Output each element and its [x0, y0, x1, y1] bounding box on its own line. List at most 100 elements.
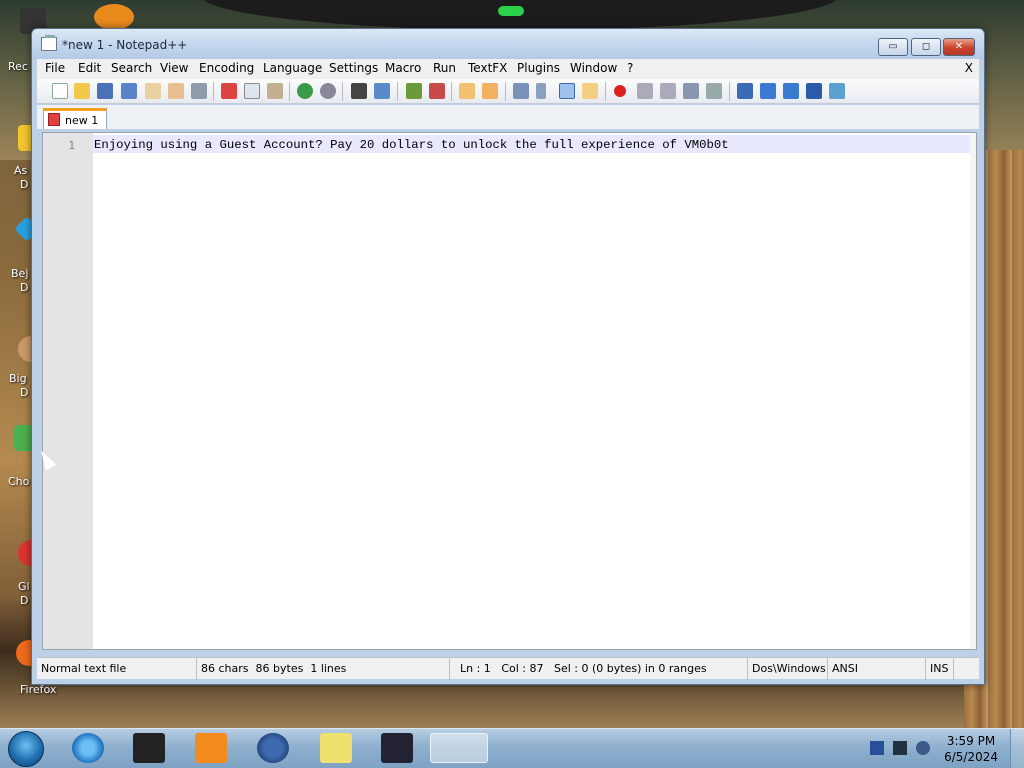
- menu-settings[interactable]: Settings: [329, 61, 378, 75]
- desktop-icon-label[interactable]: Big: [9, 372, 27, 385]
- toolbar-separator: [289, 82, 290, 101]
- toolbar-separator: [397, 82, 398, 101]
- status-lines: 1 lines: [310, 662, 347, 675]
- desktop-icon-label[interactable]: As: [14, 164, 27, 177]
- print-icon[interactable]: [191, 83, 207, 99]
- desktop-icon-label[interactable]: D: [20, 281, 28, 294]
- volume-icon[interactable]: [916, 741, 930, 755]
- video-taskbar-icon[interactable]: [381, 733, 413, 763]
- show-desktop-button[interactable]: [1010, 729, 1024, 768]
- toolbar: [37, 79, 979, 104]
- toolbar-separator: [451, 82, 452, 101]
- record-macro-icon[interactable]: [614, 85, 626, 97]
- line-number: 1: [68, 139, 75, 152]
- title-bar[interactable]: *new 1 - Notepad++ ▭ ◻ ✕: [32, 29, 984, 59]
- menu-run[interactable]: Run: [433, 61, 456, 75]
- replace-icon[interactable]: [374, 83, 390, 99]
- menu-macro[interactable]: Macro: [385, 61, 421, 75]
- vertical-scrollbar[interactable]: [970, 133, 976, 649]
- sticky-notes-taskbar-icon[interactable]: [320, 733, 352, 763]
- save-all-icon[interactable]: [121, 83, 137, 99]
- desktop-icon-label[interactable]: Gl: [18, 580, 30, 593]
- run-macro-multiple-icon[interactable]: [683, 83, 699, 99]
- menu-encoding[interactable]: Encoding: [199, 61, 254, 75]
- minimize-icon: ▭: [888, 41, 898, 52]
- minimize-button[interactable]: ▭: [878, 38, 908, 56]
- paste-icon[interactable]: [267, 83, 283, 99]
- sort-icon[interactable]: [806, 83, 822, 99]
- status-encoding: ANSI: [828, 658, 926, 680]
- close-button[interactable]: ✕: [943, 38, 975, 56]
- undo-icon[interactable]: [297, 83, 313, 99]
- text-editor[interactable]: 1 Enjoying using a Guest Account? Pay 20…: [42, 132, 977, 650]
- stop-macro-icon[interactable]: [637, 83, 653, 99]
- sync-h-icon[interactable]: [482, 83, 498, 99]
- indent-guide-icon[interactable]: [559, 83, 575, 99]
- media-player-taskbar-icon[interactable]: [195, 733, 227, 763]
- show-all-chars-icon[interactable]: [536, 83, 546, 99]
- start-button[interactable]: [8, 731, 44, 767]
- status-chars: 86 chars: [201, 662, 249, 675]
- open-file-icon[interactable]: [74, 83, 90, 99]
- desktop-icon-label[interactable]: Cho: [8, 475, 29, 488]
- zoom-in-icon[interactable]: [406, 83, 422, 99]
- notepad-icon: [41, 35, 57, 51]
- collapse-icon[interactable]: [737, 83, 753, 99]
- tab-label: new 1: [65, 114, 99, 127]
- tab-new-1[interactable]: new 1: [43, 108, 107, 129]
- desktop-icon-label[interactable]: Bej: [11, 267, 28, 280]
- desktop-icon-label[interactable]: D: [20, 386, 28, 399]
- clock-time: 3:59 PM: [946, 734, 996, 748]
- word-wrap-icon[interactable]: [513, 83, 529, 99]
- window-title: *new 1 - Notepad++: [62, 38, 188, 52]
- shield-icon[interactable]: [870, 741, 884, 755]
- status-bytes: 86 bytes: [255, 662, 304, 675]
- notepadpp-taskbar-button[interactable]: [430, 733, 488, 763]
- fish-icon[interactable]: [94, 4, 134, 30]
- network-icon[interactable]: [893, 741, 907, 755]
- find-icon[interactable]: [351, 83, 367, 99]
- editor-line-text[interactable]: Enjoying using a Guest Account? Pay 20 d…: [94, 138, 729, 152]
- copy-icon[interactable]: [244, 83, 260, 99]
- desktop-icon-label[interactable]: Rec: [8, 60, 28, 73]
- redo-icon[interactable]: [320, 83, 336, 99]
- desktop-light: [498, 6, 524, 16]
- ie-taskbar-icon[interactable]: [72, 733, 104, 763]
- down-icon[interactable]: [783, 83, 799, 99]
- status-bar: Normal text file 86 chars 86 bytes 1 lin…: [37, 657, 979, 680]
- globe-taskbar-icon[interactable]: [257, 733, 289, 763]
- menu-language[interactable]: Language: [263, 61, 322, 75]
- unsaved-file-icon: [48, 113, 60, 126]
- toolbar-separator: [605, 82, 606, 101]
- new-file-icon[interactable]: [52, 83, 68, 99]
- menu-help[interactable]: ?: [627, 61, 633, 75]
- doc-map-icon[interactable]: [582, 83, 598, 99]
- status-ln: Ln : 1: [460, 662, 491, 675]
- menu-edit[interactable]: Edit: [78, 61, 101, 75]
- close-icon[interactable]: [145, 83, 161, 99]
- sync-v-icon[interactable]: [459, 83, 475, 99]
- close-all-icon[interactable]: [168, 83, 184, 99]
- close-document-button[interactable]: X: [965, 61, 973, 75]
- menu-view[interactable]: View: [160, 61, 188, 75]
- zoom-out-icon[interactable]: [429, 83, 445, 99]
- status-sel: Sel : 0 (0 bytes) in 0 ranges: [553, 662, 707, 675]
- app-taskbar-icon[interactable]: [133, 733, 165, 763]
- cut-icon[interactable]: [221, 83, 237, 99]
- save-macro-icon[interactable]: [706, 83, 722, 99]
- menu-window[interactable]: Window: [570, 61, 617, 75]
- up-icon[interactable]: [760, 83, 776, 99]
- spellcheck-icon[interactable]: [829, 83, 845, 99]
- menu-search[interactable]: Search: [111, 61, 152, 75]
- menu-plugins[interactable]: Plugins: [517, 61, 560, 75]
- taskbar-clock[interactable]: 3:59 PM 6/5/2024: [944, 733, 998, 765]
- status-insert-mode: INS: [926, 658, 954, 680]
- desktop-icon-label[interactable]: D: [20, 594, 28, 607]
- play-macro-icon[interactable]: [660, 83, 676, 99]
- menu-textfx[interactable]: TextFX: [468, 61, 507, 75]
- maximize-button[interactable]: ◻: [911, 38, 941, 56]
- line-number-gutter: 1: [43, 133, 93, 649]
- menu-file[interactable]: File: [45, 61, 65, 75]
- desktop-icon-label[interactable]: D: [20, 178, 28, 191]
- save-icon[interactable]: [97, 83, 113, 99]
